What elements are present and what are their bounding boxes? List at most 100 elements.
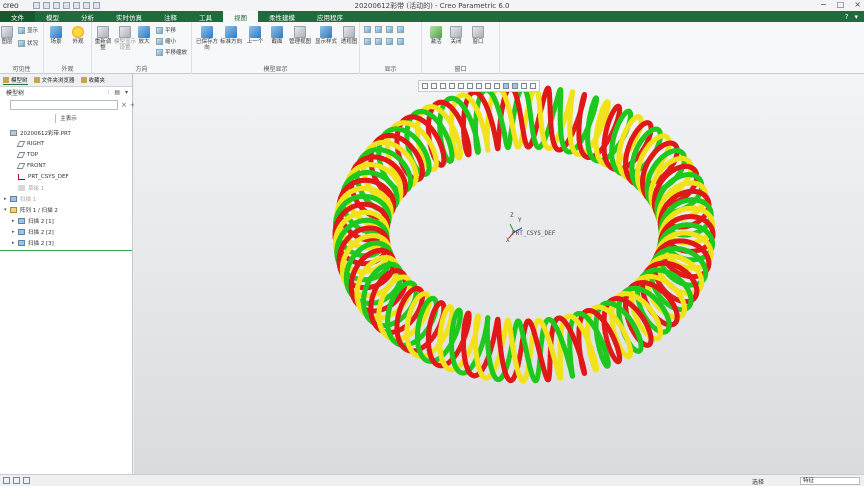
tree-item[interactable]: PRT_CSYS_DEF [0,171,132,182]
help-icon[interactable]: ? [845,13,849,21]
save-icon[interactable] [53,2,60,9]
perspective-button[interactable]: 透视图 [339,26,359,45]
show-button[interactable]: 显示 [18,26,38,34]
close-window-button[interactable]: 关闭 [450,26,462,45]
appearance-button[interactable]: 外观 [72,26,84,45]
tree-item-label: TOP [27,151,39,158]
pan-button[interactable]: 平移 [156,26,176,34]
close-window-icon[interactable] [93,2,100,9]
saved-views-icon[interactable] [458,83,464,89]
tab-annotate[interactable]: 注释 [153,11,188,22]
point-tag-icon[interactable] [386,38,393,45]
tab-folder-browser[interactable]: 文件夹浏览器 [33,76,75,84]
clear-search-icon[interactable]: × [121,101,127,109]
redo-icon[interactable] [73,2,80,9]
open-file-icon[interactable] [43,2,50,9]
zoom-out-button[interactable]: 缩小 [156,37,176,45]
new-file-icon[interactable] [33,2,40,9]
layers-icon[interactable] [530,83,536,89]
tab-model-tree[interactable]: 模型树 [3,76,28,85]
plane-tag-icon[interactable] [364,38,371,45]
helix-segment [452,312,459,320]
tree-item[interactable]: 草绘 1 [0,182,132,193]
close-button[interactable]: × [854,0,861,9]
axis-display-icon[interactable] [375,26,382,33]
tab-applications[interactable]: 应用程序 [306,11,354,22]
undo-icon[interactable] [63,2,70,9]
perspective-icon[interactable] [485,83,491,89]
windows-button[interactable]: 窗口 [472,26,484,45]
section-icon[interactable] [494,83,500,89]
section-button[interactable]: 截面 [268,26,286,45]
tab-analysis[interactable]: 分析 [70,11,105,22]
selection-filter[interactable]: 特征 [800,477,860,485]
tab-favorites[interactable]: 收藏夹 [80,76,105,84]
tree-item[interactable]: ▾ 阵列 1 / 扫描 2 [0,204,132,215]
representation-label[interactable]: 主表示 [55,114,77,123]
annotation-display-icon[interactable] [512,83,518,89]
regenerate-icon[interactable] [83,2,90,9]
tree-item[interactable]: RIGHT [0,138,132,149]
tab-tools[interactable]: 工具 [188,11,223,22]
windows-icon [472,26,484,38]
toggle-browser-icon[interactable] [13,477,20,484]
ribbon-options-icon[interactable]: ▾ [854,13,858,21]
tab-flexible-modeling[interactable]: 柔性建模 [258,11,306,22]
helix-segment [604,307,612,315]
plane-display-icon[interactable] [364,26,371,33]
pan-zoom-button[interactable]: 平移缩放 [156,48,187,56]
activate-button[interactable]: 激活 [430,26,442,45]
tree-item[interactable]: ▸ 扫描 2 [3] [0,237,132,248]
saved-orientations-button[interactable]: 已保存方向 [196,26,218,51]
axis-tag-icon[interactable] [375,38,382,45]
insert-indicator[interactable] [0,250,132,251]
tree-item[interactable]: 20200612彩带.PRT [0,127,132,138]
minimize-button[interactable]: − [820,0,827,9]
tree-item[interactable]: ▸ 扫描 2 [1] [0,215,132,226]
repaint-icon[interactable] [449,83,455,89]
refit-icon[interactable] [422,83,428,89]
fullscreen-icon[interactable] [23,477,30,484]
view-manager-icon[interactable] [476,83,482,89]
display-style-icon[interactable] [467,83,473,89]
helix-ring-model[interactable] [134,74,864,474]
tree-item[interactable]: ▸ 扫描 1 [0,193,132,204]
standard-orientation-button[interactable]: 标准方向 [220,26,242,45]
tab-view[interactable]: 视图 [223,11,258,22]
group-title: 可见性 [12,66,31,73]
csys-display-icon[interactable] [397,26,404,33]
previous-button[interactable]: 上一个 [245,26,265,45]
refit-button[interactable]: 重新调整 [94,26,112,51]
tree-item[interactable]: FRONT [0,160,132,171]
tree-item[interactable]: ▸ 扫描 2 [2] [0,226,132,237]
zoom-out-icon[interactable] [440,83,446,89]
scene-button[interactable]: 场景 [50,26,62,45]
model-tree-icon [3,76,9,83]
tree-show-icon[interactable]: ▾ [125,89,128,97]
tree-search-input[interactable] [10,100,118,110]
manage-views-button[interactable]: 管理视图 [288,26,312,45]
maximize-button[interactable]: □ [837,0,845,9]
zoom-in-button[interactable]: 放大 [138,26,150,45]
status-button[interactable]: 状况 [18,39,38,47]
tab-live-simulation[interactable]: 实时仿真 [105,11,153,22]
appearance-icon [72,26,84,38]
pan-icon [156,26,163,34]
zoom-in-icon[interactable] [431,83,437,89]
tree-item[interactable]: TOP [0,149,132,160]
tab-model[interactable]: 模型 [35,11,70,22]
graphics-window[interactable]: PRT_CSYS_DEF Z Y X [134,74,864,474]
datum-display-icon[interactable] [503,83,509,89]
csys-tag-icon[interactable] [397,38,404,45]
tab-file[interactable]: 文件 [0,11,35,22]
tree-settings-icon[interactable]: ▤ [114,89,120,97]
display-style-button[interactable]: 显示样式 [314,26,338,45]
model-display-settings-button[interactable]: 模型显示设置 [114,26,136,51]
tree-filters-icon[interactable]: ⫶ [108,89,110,97]
helix-segment [659,268,669,274]
toggle-navigator-icon[interactable] [3,477,10,484]
point-display-icon[interactable] [386,26,393,33]
spin-center-icon[interactable] [521,83,527,89]
eye-icon [18,26,25,34]
layers-button[interactable]: 图层 [1,26,13,45]
